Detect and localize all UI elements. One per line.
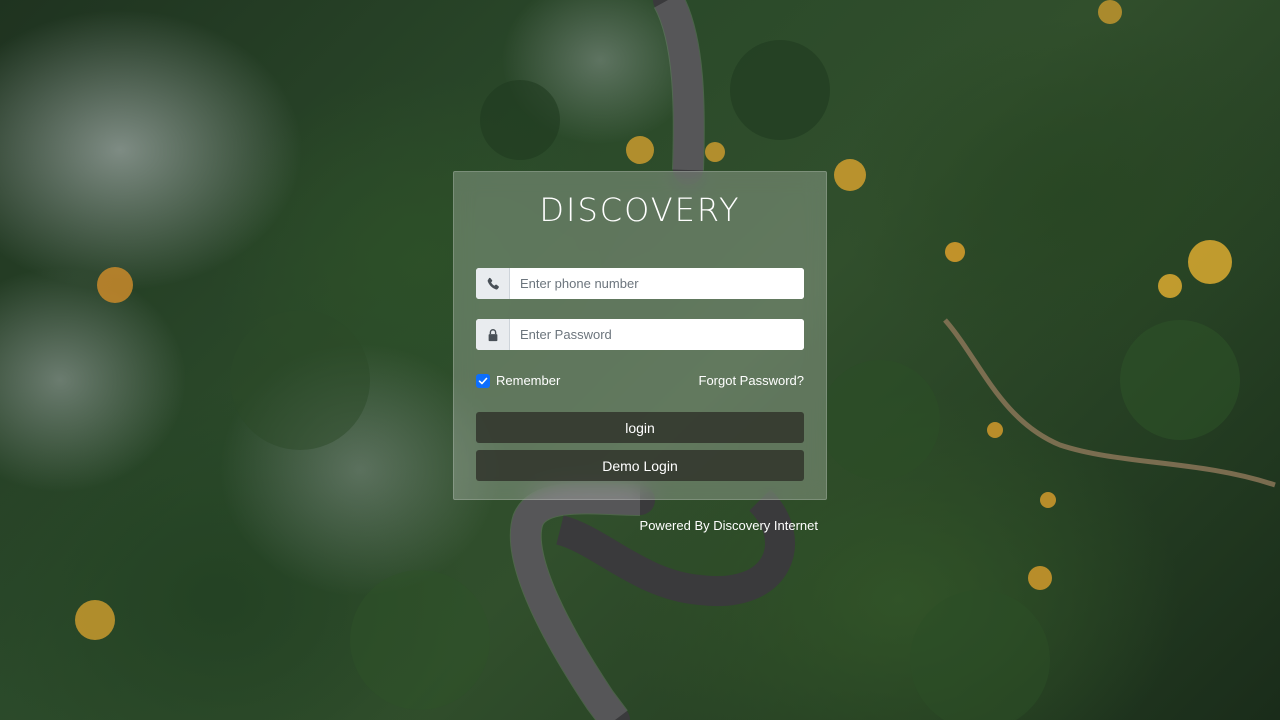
phone-icon bbox=[476, 268, 510, 299]
phone-input[interactable] bbox=[510, 268, 804, 299]
forgot-password-link[interactable]: Forgot Password? bbox=[699, 373, 805, 388]
brand-title: DISCOVERY bbox=[539, 191, 741, 229]
remember-checkbox-row[interactable]: Remember bbox=[476, 373, 560, 388]
password-input[interactable] bbox=[510, 319, 804, 350]
phone-input-group bbox=[476, 268, 804, 299]
demo-login-button[interactable]: Demo Login bbox=[476, 450, 804, 481]
lock-icon bbox=[476, 319, 510, 350]
remember-label: Remember bbox=[496, 373, 561, 388]
powered-by-text: Powered By Discovery Internet bbox=[639, 518, 818, 533]
login-button[interactable]: login bbox=[476, 412, 804, 443]
password-input-group bbox=[476, 319, 804, 350]
remember-checkbox[interactable] bbox=[476, 373, 490, 388]
check-icon bbox=[478, 377, 488, 384]
